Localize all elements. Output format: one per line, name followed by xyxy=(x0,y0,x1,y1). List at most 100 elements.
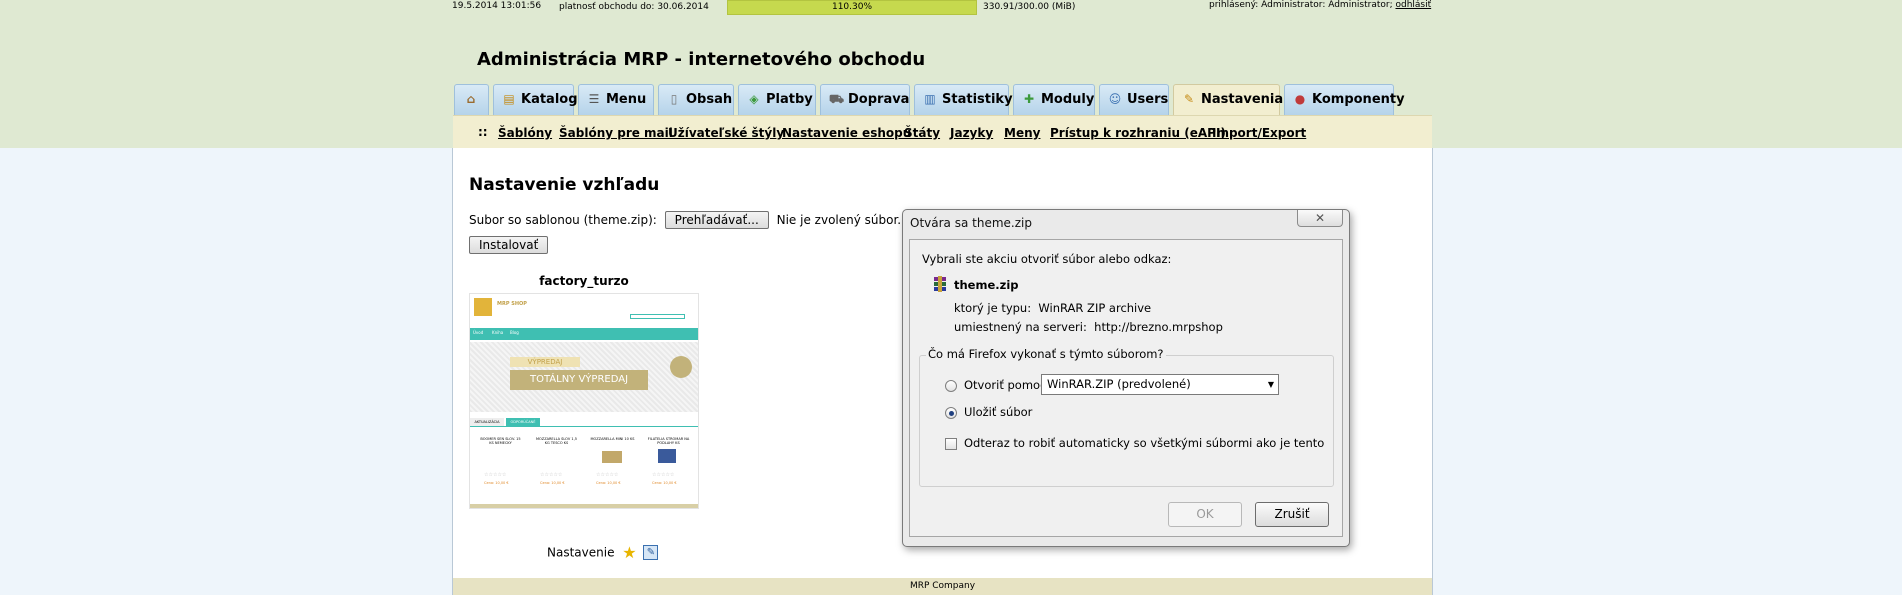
subnav-jazyky[interactable]: Jazyky xyxy=(950,126,993,140)
subnav-sablony-pre-mail[interactable]: Šablóny pre mail xyxy=(559,126,673,140)
page-title: Nastavenie vzhľadu xyxy=(469,175,660,195)
page-icon: ▯ xyxy=(670,92,678,106)
storage-quota-percent: 110.30% xyxy=(831,2,873,12)
tab-nastavenia[interactable]: ✎ Nastavenia xyxy=(1173,84,1283,117)
thumb-product-image-3 xyxy=(602,451,622,463)
dialog-action-question: Čo má Firefox vykonať s týmto súborom? xyxy=(926,347,1166,361)
user-icon: ☺ xyxy=(1108,92,1122,106)
save-file-label[interactable]: Uložiť súbor xyxy=(964,405,1032,419)
tab-menu[interactable]: ☰ Menu xyxy=(578,84,654,115)
menu-icon: ☰ xyxy=(588,92,600,106)
tab-moduly[interactable]: ✚ Moduly xyxy=(1013,84,1095,115)
dialog-file-server: umiestnený na serveri: http://brezno.mrp… xyxy=(954,320,1223,334)
settings-subnav: :: Šablóny Šablóny pre mail Užívateľské … xyxy=(453,115,1432,148)
browse-button[interactable]: Prehľadávať... xyxy=(664,211,769,229)
thumb-price-1: Cena: 10,00 € xyxy=(484,481,509,485)
thumb-rating-4: ☆☆☆☆☆ xyxy=(652,472,675,478)
thumb-search xyxy=(630,314,685,319)
thumb-nav-bar: Úvod Kniha Blog xyxy=(470,328,698,340)
subnav-uzivatelske-styly[interactable]: Užívateľské štýly xyxy=(668,126,784,140)
theme-upload-row: Subor so sablonou (theme.zip): Prehľadáv… xyxy=(469,211,901,229)
thumb-nav-1: Úvod xyxy=(473,330,484,335)
dialog-action-group: Čo má Firefox vykonať s týmto súborom? O… xyxy=(919,347,1334,487)
subnav-pristup-eapi[interactable]: Prístup k rozhraniu (eAPI) xyxy=(1050,126,1226,140)
dialog-file-type: ktorý je typu: WinRAR ZIP archive xyxy=(954,301,1152,315)
thumb-tab-2: ODPORÚČANÉ xyxy=(506,418,540,426)
auto-action-checkbox[interactable] xyxy=(945,438,957,450)
thumb-shop-title: MRP SHOP xyxy=(497,301,527,307)
no-file-label: Nie je zvolený súbor. xyxy=(776,213,902,227)
auto-action-label[interactable]: Odteraz to robiť automaticky so všetkými… xyxy=(964,436,1324,450)
thumb-banner-2: TOTÁLNY VÝPREDAJ xyxy=(510,370,648,390)
tab-users[interactable]: ☺ Users xyxy=(1099,84,1169,115)
open-with-radio[interactable] xyxy=(945,380,957,392)
subnav-sablony[interactable]: Šablóny xyxy=(498,126,552,140)
subnav-import-export[interactable]: Import/Export xyxy=(1212,126,1306,140)
thumb-rating-3: ☆☆☆☆☆ xyxy=(596,472,619,478)
thumb-rating-2: ☆☆☆☆☆ xyxy=(540,472,563,478)
thumb-divider xyxy=(470,426,698,427)
subnav-meny[interactable]: Meny xyxy=(1004,126,1040,140)
subnav-separator: :: xyxy=(478,125,488,139)
theme-preview[interactable]: MRP SHOP Úvod Kniha Blog VÝPREDAJ TOTÁLN… xyxy=(469,293,699,509)
theme-settings-label: Nastavenie xyxy=(547,545,615,560)
thumb-price-3: Cena: 10,00 € xyxy=(596,481,621,485)
thumb-rating-1: ☆☆☆☆☆ xyxy=(484,472,507,478)
login-user: prihlásený: Administrator: Administrator… xyxy=(1209,0,1393,10)
home-icon: ⌂ xyxy=(466,92,476,106)
footer: MRP Company xyxy=(452,578,1433,595)
settings-icon: ✎ xyxy=(1183,92,1195,106)
save-file-radio[interactable] xyxy=(945,407,957,419)
dialog-title: Otvára sa theme.zip xyxy=(910,216,1032,230)
tab-doprava[interactable]: ⛟ Doprava xyxy=(820,84,910,115)
chart-icon: ▥ xyxy=(924,92,936,106)
star-icon[interactable]: ★ xyxy=(622,543,636,562)
server-datetime: 19.5.2014 13:01:56 xyxy=(452,1,542,11)
thumb-tab-1: AKTUALIZÁCIA xyxy=(470,418,504,426)
components-icon: ● xyxy=(1294,92,1306,106)
file-open-dialog: Otvára sa theme.zip ✕ Vybrali ste akciu … xyxy=(902,209,1350,547)
winrar-archive-icon xyxy=(934,276,946,292)
dialog-question: Vybrali ste akciu otvoriť súbor alebo od… xyxy=(922,252,1172,266)
site-title: Administrácia MRP - internetového obchod… xyxy=(477,49,926,70)
chevron-down-icon: ▼ xyxy=(1267,380,1274,389)
thumb-banner-1: VÝPREDAJ xyxy=(510,357,580,367)
thumb-footer xyxy=(470,504,698,508)
thumb-price-2: Cena: 10,00 € xyxy=(540,481,565,485)
subnav-staty[interactable]: Štáty xyxy=(904,126,940,140)
thumb-product-4: FILATELIA STROMAR NA PODLAHY KS xyxy=(647,437,690,445)
tab-obsah[interactable]: ▯ Obsah xyxy=(658,84,734,115)
open-with-select[interactable]: WinRAR.ZIP (predvolené) ▼ xyxy=(1041,374,1279,395)
cancel-button[interactable]: Zrušiť xyxy=(1255,502,1329,527)
thumb-product-image-4 xyxy=(658,449,676,463)
ok-button[interactable]: OK xyxy=(1168,502,1242,527)
logout-link[interactable]: odhlásiť xyxy=(1395,0,1431,10)
tab-home[interactable]: ⌂ xyxy=(454,84,489,115)
edit-icon[interactable]: ✎ xyxy=(643,545,659,560)
subnav-nastavenie-eshopu[interactable]: Nastavenie eshopu xyxy=(782,126,911,140)
close-icon[interactable]: ✕ xyxy=(1297,210,1343,227)
shop-validity: platnosť obchodu do: 30.06.2014 xyxy=(559,2,709,12)
storage-quota-bar: 110.30% xyxy=(727,0,977,15)
thumb-nav-2: Kniha xyxy=(492,330,504,335)
theme-settings-row: Nastavenie ★ ✎ xyxy=(547,543,659,562)
tab-statistiky[interactable]: ▥ Statistiky xyxy=(914,84,1013,115)
dialog-body: Vybrali ste akciu otvoriť súbor alebo od… xyxy=(909,239,1343,537)
storage-quota-size: 330.91/300.00 (MiB) xyxy=(983,2,1076,12)
puzzle-icon: ✚ xyxy=(1023,92,1035,106)
catalog-icon: ▤ xyxy=(503,92,515,106)
thumb-product-3: MOZZARELLA MINI 10 KS xyxy=(590,437,635,441)
truck-icon: ⛟ xyxy=(829,92,845,106)
tab-katalog[interactable]: ▤ Katalog xyxy=(493,84,578,115)
theme-name: factory_turzo xyxy=(539,274,629,288)
install-button[interactable]: Instalovať xyxy=(469,236,549,254)
login-info: prihlásený: Administrator: Administrator… xyxy=(1209,0,1431,10)
money-icon: ◈ xyxy=(749,92,759,106)
thumb-banner: VÝPREDAJ TOTÁLNY VÝPREDAJ xyxy=(470,342,698,412)
tab-komponenty[interactable]: ● Komponenty xyxy=(1284,84,1405,115)
thumb-product-2: MOZZARELLA SLOV 1,5 KG TESCO KS xyxy=(536,437,577,445)
tab-platby[interactable]: ◈ Platby xyxy=(738,84,816,115)
thumb-badge xyxy=(670,356,692,378)
theme-file-label: Subor so sablonou (theme.zip): xyxy=(469,213,657,227)
thumb-price-4: Cena: 10,00 € xyxy=(652,481,677,485)
